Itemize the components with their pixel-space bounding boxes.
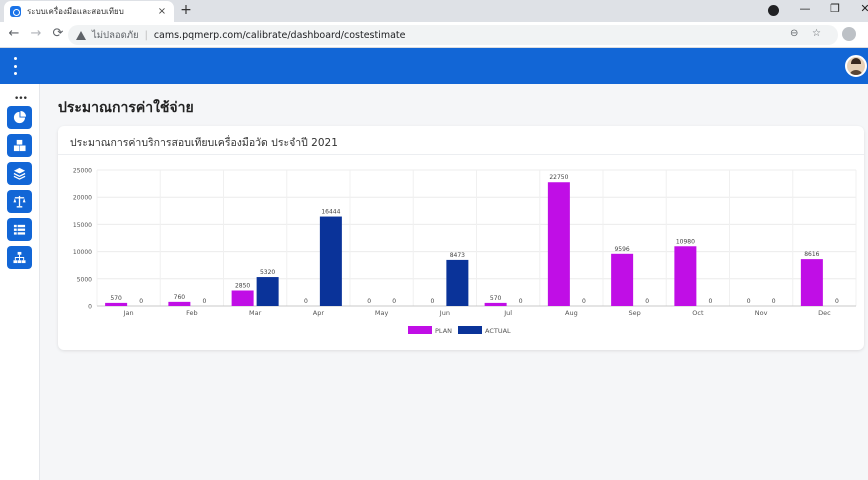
window-restore-button[interactable]: ❐ <box>826 2 844 15</box>
actual-value-label: 0 <box>519 298 523 305</box>
cost-estimate-card: ประมาณการค่าบริการสอบเทียบเครื่องมือวัด … <box>58 126 864 350</box>
browser-tab-strip: ระบบเครื่องมือและสอบเทียบ × + — ❐ ✕ <box>0 0 868 22</box>
user-avatar[interactable] <box>845 55 867 77</box>
plan-value-label: 2850 <box>235 282 250 289</box>
y-tick-label: 0 <box>88 304 92 311</box>
y-tick-label: 20000 <box>73 195 92 202</box>
x-tick-label: Mar <box>249 309 262 317</box>
actual-value-label: 0 <box>708 298 712 305</box>
plan-bar <box>168 301 191 306</box>
sidebar-item-organization[interactable] <box>7 246 32 269</box>
plan-value-label: 22750 <box>549 174 568 181</box>
not-secure-label: ไม่ปลอดภัย <box>92 29 139 41</box>
actual-value-label: 8473 <box>450 252 465 259</box>
plan-value-label: 0 <box>304 298 308 305</box>
browser-account-icon[interactable] <box>842 27 856 41</box>
x-tick-label: Jan <box>123 309 134 317</box>
actual-value-label: 0 <box>645 298 649 305</box>
sidebar-item-list[interactable] <box>7 218 32 241</box>
page-title: ประมาณการค่าใช้จ่าย <box>58 100 194 116</box>
sidebar-item-layers[interactable] <box>7 162 32 185</box>
browser-profile-icon[interactable] <box>768 5 779 16</box>
actual-value-label: 0 <box>772 298 776 305</box>
browser-tab[interactable]: ระบบเครื่องมือและสอบเทียบ × <box>4 1 174 22</box>
actual-legend-swatch <box>458 326 482 334</box>
plan-value-label: 0 <box>747 298 751 305</box>
plan-legend-label: PLAN <box>435 327 452 335</box>
window-close-button[interactable]: ✕ <box>856 2 868 15</box>
sitemap-icon <box>13 251 26 264</box>
plan-value-label: 760 <box>174 294 186 301</box>
scale-icon <box>13 195 26 208</box>
new-tab-button[interactable]: + <box>178 2 194 18</box>
x-tick-label: Jul <box>503 309 512 317</box>
dashboard-icon <box>13 111 26 124</box>
actual-value-label: 0 <box>202 298 206 305</box>
actual-value-label: 0 <box>582 298 586 305</box>
actual-value-label: 16444 <box>321 209 340 216</box>
plan-bar <box>547 182 570 306</box>
actual-bar <box>446 259 469 306</box>
plan-value-label: 9596 <box>614 246 629 253</box>
app-favicon-icon <box>10 6 21 17</box>
x-tick-label: Oct <box>692 309 704 317</box>
plan-bar <box>484 302 507 306</box>
actual-value-label: 5320 <box>260 269 275 276</box>
x-tick-label: Jun <box>439 309 450 317</box>
plan-value-label: 0 <box>367 298 371 305</box>
x-tick-label: Feb <box>186 309 198 317</box>
x-tick-label: Dec <box>818 309 831 317</box>
boxes-icon <box>13 139 26 152</box>
plan-bar <box>231 290 254 306</box>
plan-bar <box>611 253 634 306</box>
browser-toolbar: ← → ⟳ ไม่ปลอดภัย | cams.pqmerp.com/calib… <box>0 22 868 48</box>
plan-legend-swatch <box>408 326 432 334</box>
plan-bar <box>105 302 128 306</box>
y-tick-label: 10000 <box>73 249 92 256</box>
address-bar[interactable]: ไม่ปลอดภัย | cams.pqmerp.com/calibrate/d… <box>68 25 838 45</box>
cost-bar-chart: 0 5000 10000 15000 20000 25000 570 0 Jan 760 0 Feb 2… <box>73 168 857 335</box>
x-tick-label: May <box>375 309 389 317</box>
list-icon <box>13 224 26 235</box>
bookmark-star-icon[interactable]: ☆ <box>812 28 821 39</box>
app-header <box>0 48 868 84</box>
plan-value-label: 570 <box>490 295 502 302</box>
url-text[interactable]: cams.pqmerp.com/calibrate/dashboard/cost… <box>154 30 406 41</box>
y-tick-label: 5000 <box>77 276 92 283</box>
window-minimize-button[interactable]: — <box>796 2 814 15</box>
plan-value-label: 10980 <box>676 238 695 245</box>
actual-bar <box>319 216 342 306</box>
actual-value-label: 0 <box>392 298 396 305</box>
plan-bar <box>800 259 823 306</box>
sidebar-item-calibration[interactable] <box>7 190 32 213</box>
actual-legend-label: ACTUAL <box>485 327 511 335</box>
y-tick-label: 25000 <box>73 168 92 175</box>
actual-value-label: 0 <box>139 298 143 305</box>
x-tick-label: Nov <box>755 309 768 317</box>
plan-value-label: 570 <box>110 295 122 302</box>
layers-icon <box>13 167 26 180</box>
x-tick-label: Aug <box>565 309 578 317</box>
actual-value-label: 0 <box>835 298 839 305</box>
sidebar-more-icon[interactable]: ••• <box>14 94 28 104</box>
reload-button[interactable]: ⟳ <box>50 26 66 42</box>
forward-button[interactable]: → <box>28 26 44 42</box>
x-tick-label: Apr <box>313 309 325 317</box>
sidebar-item-dashboard[interactable] <box>7 106 32 129</box>
not-secure-icon <box>76 30 86 40</box>
back-button[interactable]: ← <box>6 26 22 42</box>
zoom-icon[interactable]: ⊖ <box>790 28 798 39</box>
plan-value-label: 0 <box>430 298 434 305</box>
tab-close-icon[interactable]: × <box>156 6 168 17</box>
sidebar-item-equipment[interactable] <box>7 134 32 157</box>
x-tick-label: Sep <box>628 309 640 317</box>
actual-bar <box>256 277 279 306</box>
plan-bar <box>674 246 697 306</box>
menu-kebab-icon[interactable] <box>12 57 18 75</box>
sidebar: ••• <box>0 84 40 480</box>
y-tick-label: 15000 <box>73 222 92 229</box>
tab-title: ระบบเครื่องมือและสอบเทียบ <box>27 7 124 16</box>
plan-value-label: 8616 <box>804 251 819 258</box>
